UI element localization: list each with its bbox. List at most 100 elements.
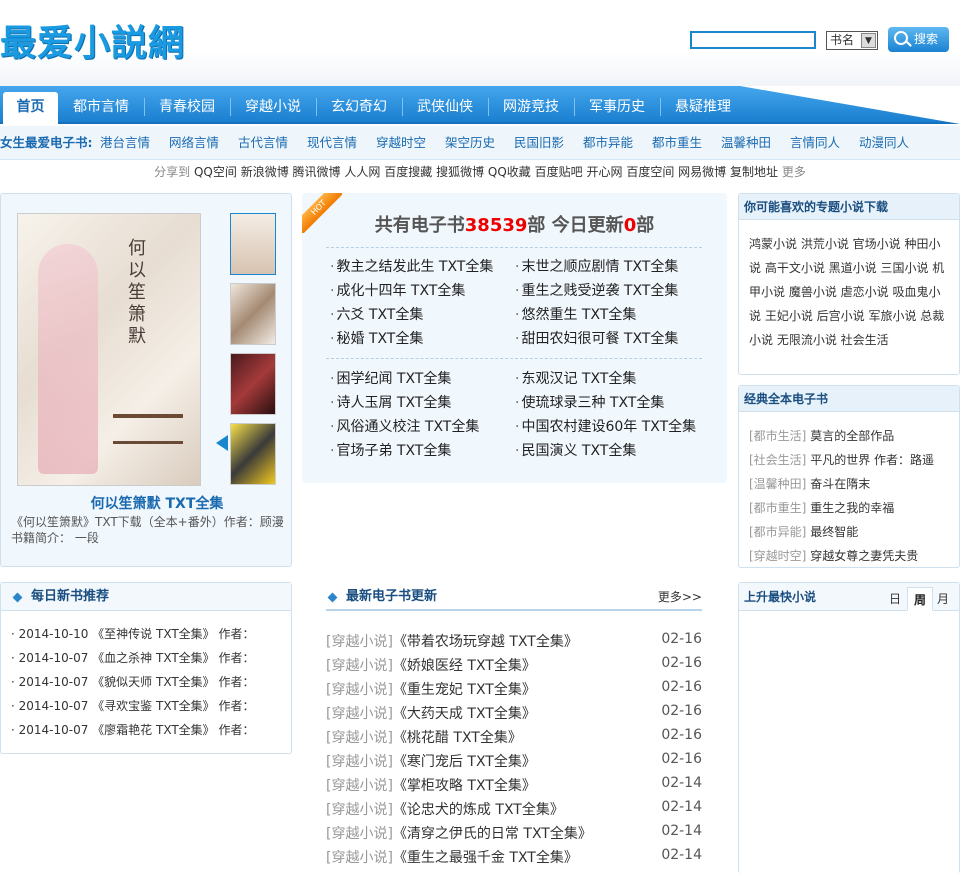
row-category: [穿越小说] — [326, 754, 393, 770]
classic-item[interactable]: [都市生活] 莫言的全部作品 — [749, 427, 894, 444]
stats-prefix: 共有电子书 — [374, 215, 465, 236]
sub-link[interactable]: 温馨种田 — [721, 126, 771, 160]
share-link[interactable]: 网易微博 — [678, 165, 726, 179]
book-link[interactable]: 中国农村建设60年 TXT全集 — [515, 416, 696, 436]
book-link[interactable]: 成化十四年 TXT全集 — [330, 280, 465, 300]
share-link[interactable]: QQ收藏 — [488, 165, 531, 179]
nav-mystery[interactable]: 悬疑推理 — [662, 86, 744, 124]
latest-row[interactable]: [穿越小说]《大药天成 TXT全集》 02-16 — [326, 703, 702, 723]
row-date: 02-16 — [661, 703, 702, 719]
search-button[interactable]: 搜索 — [888, 27, 949, 52]
search-icon — [894, 31, 908, 45]
latest-row[interactable]: [穿越小说]《寒门宠后 TXT全集》 02-16 — [326, 751, 702, 771]
topic-tags[interactable]: 鸿蒙小说 洪荒小说 官场小说 种田小说 高干文小说 黑道小说 三国小说 机甲小说… — [749, 232, 949, 352]
latest-row[interactable]: [穿越小说]《掌柜攻略 TXT全集》 02-14 — [326, 775, 702, 795]
latest-row[interactable]: [穿越小说]《带着农场玩穿越 TXT全集》 02-16 — [326, 631, 702, 651]
book-link[interactable]: 教主之结发此生 TXT全集 — [330, 256, 493, 276]
nav-military-history[interactable]: 军事历史 — [576, 86, 658, 124]
book-link[interactable]: 诗人玉屑 TXT全集 — [330, 392, 451, 412]
nav-online-games[interactable]: 网游竞技 — [490, 86, 572, 124]
book-link[interactable]: 风俗通义校注 TXT全集 — [330, 416, 479, 436]
nav-divider — [574, 98, 575, 116]
row-title: 《大药天成 TXT全集》 — [392, 706, 536, 722]
share-link[interactable]: 百度空间 — [626, 165, 674, 179]
row-date: 02-14 — [661, 775, 702, 791]
thumbnail[interactable] — [230, 283, 276, 345]
nav-fantasy[interactable]: 玄幻奇幻 — [318, 86, 400, 124]
site-logo[interactable]: 最爱小説網 — [0, 14, 185, 66]
featured-book-title[interactable]: 何以笙箫默 TXT全集 — [1, 493, 313, 513]
classic-item[interactable]: [穿越时空] 穿越女尊之妻凭夫贵 — [749, 547, 918, 564]
item-category: [都市重生] — [749, 501, 807, 515]
row-date: 02-14 — [661, 847, 702, 863]
book-link[interactable]: 甜田农妇很可餐 TXT全集 — [515, 328, 678, 348]
book-link[interactable]: 末世之顺应剧情 TXT全集 — [515, 256, 678, 276]
cover-title: 何以笙箫默 — [128, 238, 146, 347]
latest-row[interactable]: [穿越小说]《娇娘医经 TXT全集》 02-16 — [326, 655, 702, 675]
thumbnail[interactable] — [230, 353, 276, 415]
sub-link[interactable]: 言情同人 — [790, 126, 840, 160]
row-category: [穿越小说] — [326, 802, 393, 818]
book-link[interactable]: 东观汉记 TXT全集 — [515, 368, 636, 388]
share-link[interactable]: 百度搜藏 — [384, 165, 432, 179]
sub-link[interactable]: 动漫同人 — [859, 126, 909, 160]
item-category: [社会生活] — [749, 453, 807, 467]
divider — [326, 247, 702, 248]
nav-time-travel[interactable]: 穿越小说 — [232, 86, 314, 124]
book-link[interactable]: 困学纪闻 TXT全集 — [330, 368, 451, 388]
book-link[interactable]: 官场子弟 TXT全集 — [330, 440, 451, 460]
sub-link[interactable]: 古代言情 — [238, 126, 288, 160]
latest-row[interactable]: [穿越小说]《重生宠妃 TXT全集》 02-16 — [326, 679, 702, 699]
sub-link[interactable]: 穿越时空 — [376, 126, 426, 160]
row-date: 02-14 — [661, 799, 702, 815]
nav-urban-romance[interactable]: 都市言情 — [60, 86, 142, 124]
thumbnail[interactable] — [230, 423, 276, 485]
share-link[interactable]: 开心网 — [586, 165, 622, 179]
sub-link[interactable]: 民国旧影 — [514, 126, 564, 160]
share-more[interactable]: 更多 — [782, 165, 806, 179]
share-link[interactable]: 百度贴吧 — [535, 165, 583, 179]
book-link[interactable]: 六爻 TXT全集 — [330, 304, 423, 324]
classic-item[interactable]: [社会生活] 平凡的世界 作者：路遥 — [749, 451, 934, 468]
latest-row[interactable]: [穿越小说]《桃花醋 TXT全集》 02-16 — [326, 727, 702, 747]
share-link[interactable]: 人人网 — [344, 165, 380, 179]
sub-link[interactable]: 都市重生 — [652, 126, 702, 160]
sub-link[interactable]: 都市异能 — [583, 126, 633, 160]
share-link[interactable]: 复制地址 — [730, 165, 778, 179]
share-link[interactable]: QQ空间 — [194, 165, 237, 179]
thumbnail[interactable] — [230, 213, 276, 275]
nav-home[interactable]: 首页 — [3, 92, 58, 124]
classic-item[interactable]: [温馨种田] 奋斗在隋末 — [749, 475, 870, 492]
daily-item[interactable]: · 2014-10-07 《寻欢宝鉴 TXT全集》 作者： — [11, 697, 254, 714]
latest-row[interactable]: [穿越小说]《重生之最强千金 TXT全集》 02-14 — [326, 847, 702, 867]
share-link[interactable]: 新浪微博 — [241, 165, 289, 179]
search-type-select[interactable]: 书名 ▼ — [826, 31, 878, 50]
share-link[interactable]: 搜狐微博 — [436, 165, 484, 179]
book-link[interactable]: 重生之贱受逆袭 TXT全集 — [515, 280, 678, 300]
book-link[interactable]: 使琉球录三种 TXT全集 — [515, 392, 664, 412]
book-link[interactable]: 秘婚 TXT全集 — [330, 328, 423, 348]
daily-item[interactable]: · 2014-10-10 《至神传说 TXT全集》 作者： — [11, 625, 254, 642]
classic-item[interactable]: [都市异能] 最终智能 — [749, 523, 858, 540]
tab-day[interactable]: 日 — [882, 587, 908, 611]
daily-item[interactable]: · 2014-10-07 《貌似天师 TXT全集》 作者： — [11, 673, 254, 690]
search-input[interactable] — [690, 31, 816, 49]
share-link[interactable]: 腾讯微博 — [293, 165, 341, 179]
latest-row[interactable]: [穿越小说]《清穿之伊氏的日常 TXT全集》 02-14 — [326, 823, 702, 843]
latest-row[interactable]: [穿越小说]《论忠犬的炼成 TXT全集》 02-14 — [326, 799, 702, 819]
sub-link[interactable]: 网络言情 — [169, 126, 219, 160]
daily-item[interactable]: · 2014-10-07 《血之杀神 TXT全集》 作者： — [11, 649, 254, 666]
nav-wuxia[interactable]: 武侠仙侠 — [404, 86, 486, 124]
tab-month[interactable]: 月 — [930, 587, 956, 611]
item-title: 最终智能 — [810, 525, 859, 539]
featured-cover[interactable]: 何以笙箫默 — [17, 213, 201, 486]
sub-link[interactable]: 现代言情 — [307, 126, 357, 160]
classic-item[interactable]: [都市重生] 重生之我的幸福 — [749, 499, 894, 516]
latest-more-link[interactable]: 更多>> — [658, 583, 702, 611]
sub-link[interactable]: 港台言情 — [100, 126, 150, 160]
sub-link[interactable]: 架空历史 — [445, 126, 495, 160]
book-link[interactable]: 民国演义 TXT全集 — [515, 440, 636, 460]
daily-item[interactable]: · 2014-10-07 《廖霜艳花 TXT全集》 作者： — [11, 721, 254, 738]
nav-campus[interactable]: 青春校园 — [146, 86, 228, 124]
book-link[interactable]: 悠然重生 TXT全集 — [515, 304, 636, 324]
